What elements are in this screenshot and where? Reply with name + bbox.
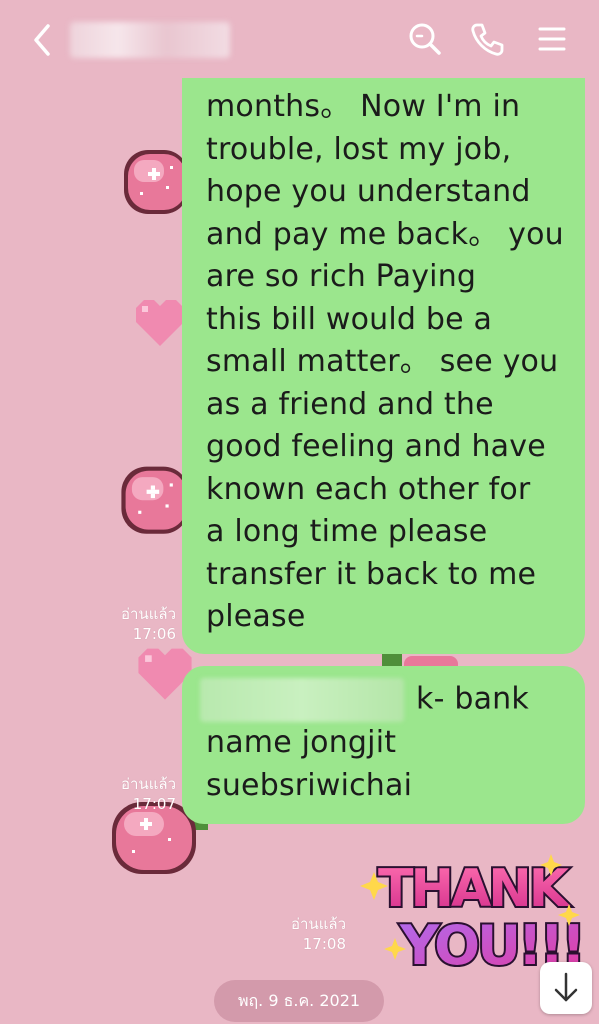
chat-header [0, 0, 599, 80]
message-text-line: months。 Now I'm in [206, 89, 521, 124]
message-time: 17:08 [302, 935, 346, 953]
message-text-line: are so rich Paying [206, 259, 477, 294]
thank-you-sticker[interactable]: THANK YOU!!! [352, 842, 584, 978]
message-text-line: trouble, lost my job, [206, 131, 512, 167]
chevron-left-icon [34, 24, 50, 56]
message-text-line: and pay me back。 you [206, 216, 564, 252]
arrow-down-icon [554, 972, 578, 1002]
account-number-redacted [200, 678, 404, 722]
search-icon [409, 23, 441, 55]
message-text-line: suebsriwichai [206, 767, 413, 803]
message-bubble[interactable]: months。 Now I'm in trouble, lost my job,… [182, 78, 585, 654]
svg-text:THANK: THANK [378, 859, 571, 919]
message-text-line: known each other for [206, 471, 531, 507]
menu-button[interactable] [530, 18, 572, 60]
call-button[interactable] [466, 18, 508, 60]
heart-sticker [136, 300, 184, 346]
message-text-line: please [206, 599, 306, 634]
date-separator: พฤ. 9 ธ.ค. 2021 [214, 980, 384, 1022]
search-button[interactable] [404, 18, 446, 60]
read-receipt: อ่านแล้ว [121, 775, 176, 793]
scroll-to-bottom-button[interactable] [540, 962, 592, 1014]
message-text-line: k- bank [200, 678, 575, 722]
contact-name-redacted [70, 22, 230, 58]
message-meta: อ่านแล้ว 17:06 [100, 604, 176, 644]
phone-icon [471, 23, 504, 56]
message-text-line: as a friend and the [206, 386, 494, 422]
message-text-line: a long time please [206, 514, 488, 549]
back-button[interactable] [24, 18, 64, 62]
message-text-line: this bill would be a [206, 301, 493, 337]
message-time: 17:07 [132, 795, 176, 813]
message-meta: อ่านแล้ว 17:07 [100, 774, 176, 814]
message-text-line: hope you understand [206, 174, 531, 209]
message-text-line: name jongjit [206, 725, 397, 760]
menu-icon [538, 27, 566, 51]
read-receipt: อ่านแล้ว [291, 915, 346, 933]
read-receipt: อ่านแล้ว [121, 605, 176, 623]
message-time: 17:06 [132, 625, 176, 643]
message-text-line: transfer it back to me [206, 556, 537, 592]
message-meta: อ่านแล้ว 17:08 [270, 914, 346, 954]
message-text-line: small matter。 see you [206, 344, 559, 379]
message-bubble[interactable]: k- bank name jongjit suebsriwichai [182, 666, 585, 824]
message-text-line: good feeling and have [206, 429, 546, 464]
